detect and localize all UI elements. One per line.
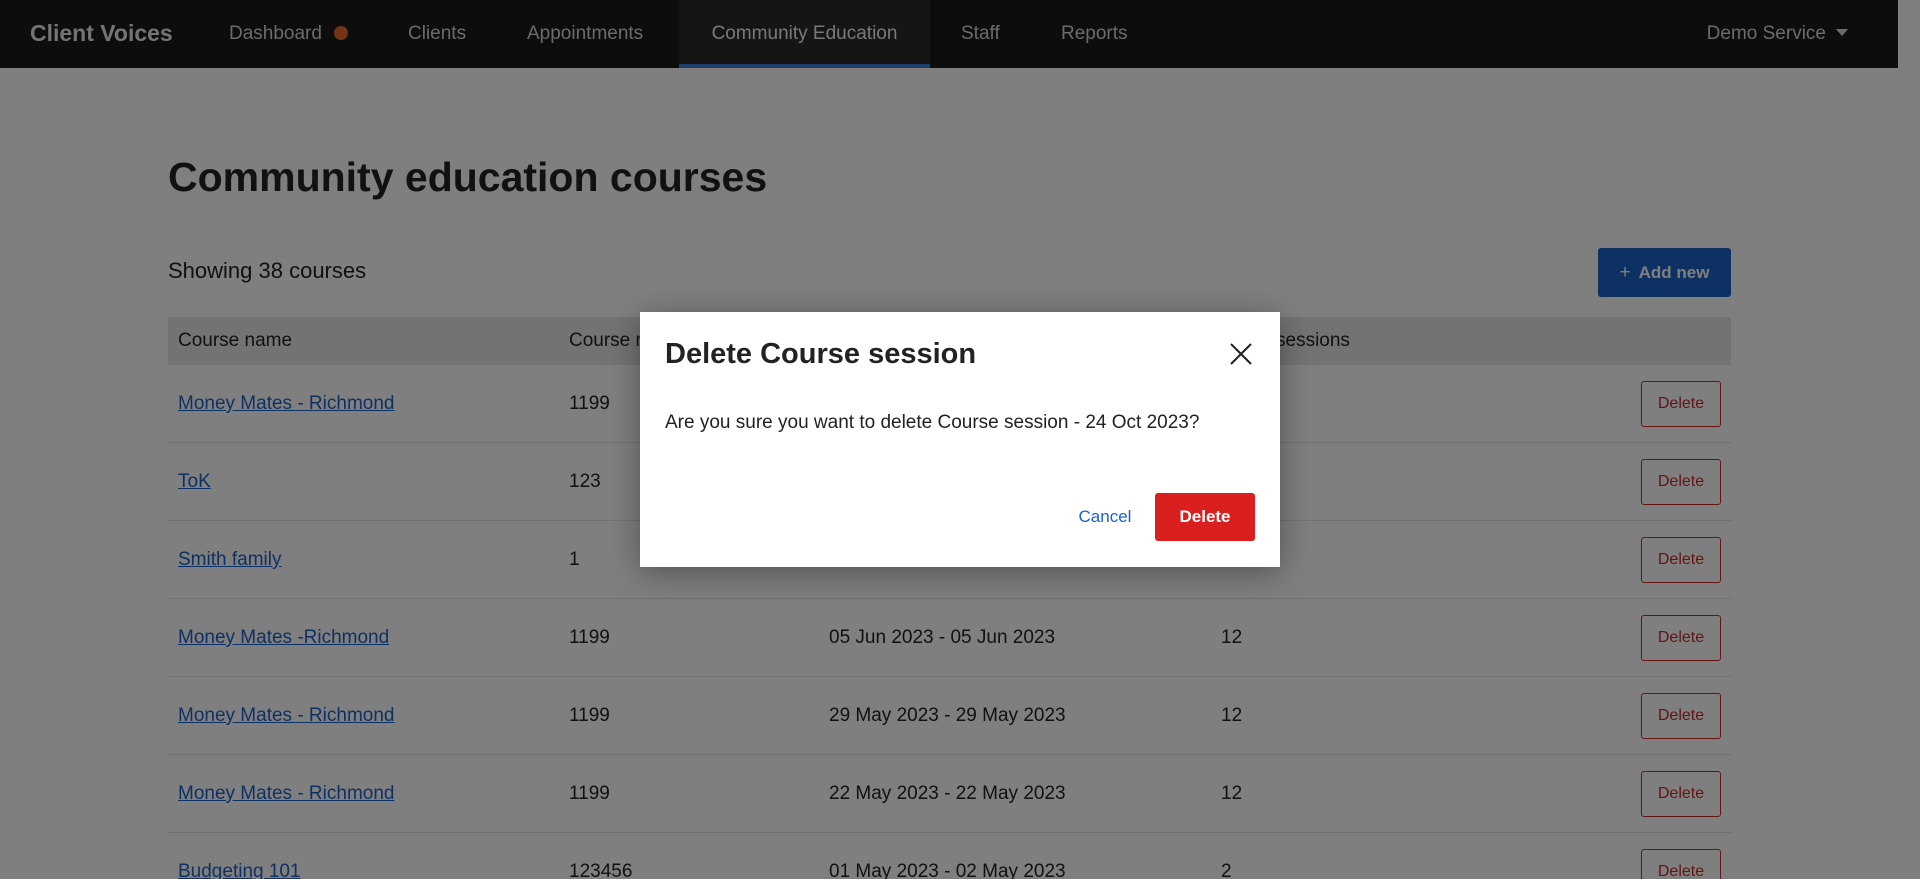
delete-confirm-dialog: Delete Course session Are you sure you w… bbox=[640, 312, 1280, 567]
cancel-button[interactable]: Cancel bbox=[1070, 493, 1140, 541]
confirm-delete-button[interactable]: Delete bbox=[1155, 493, 1255, 541]
close-icon[interactable] bbox=[1226, 339, 1256, 369]
dialog-message: Are you sure you want to delete Course s… bbox=[665, 412, 1200, 433]
dialog-title: Delete Course session bbox=[665, 338, 977, 370]
